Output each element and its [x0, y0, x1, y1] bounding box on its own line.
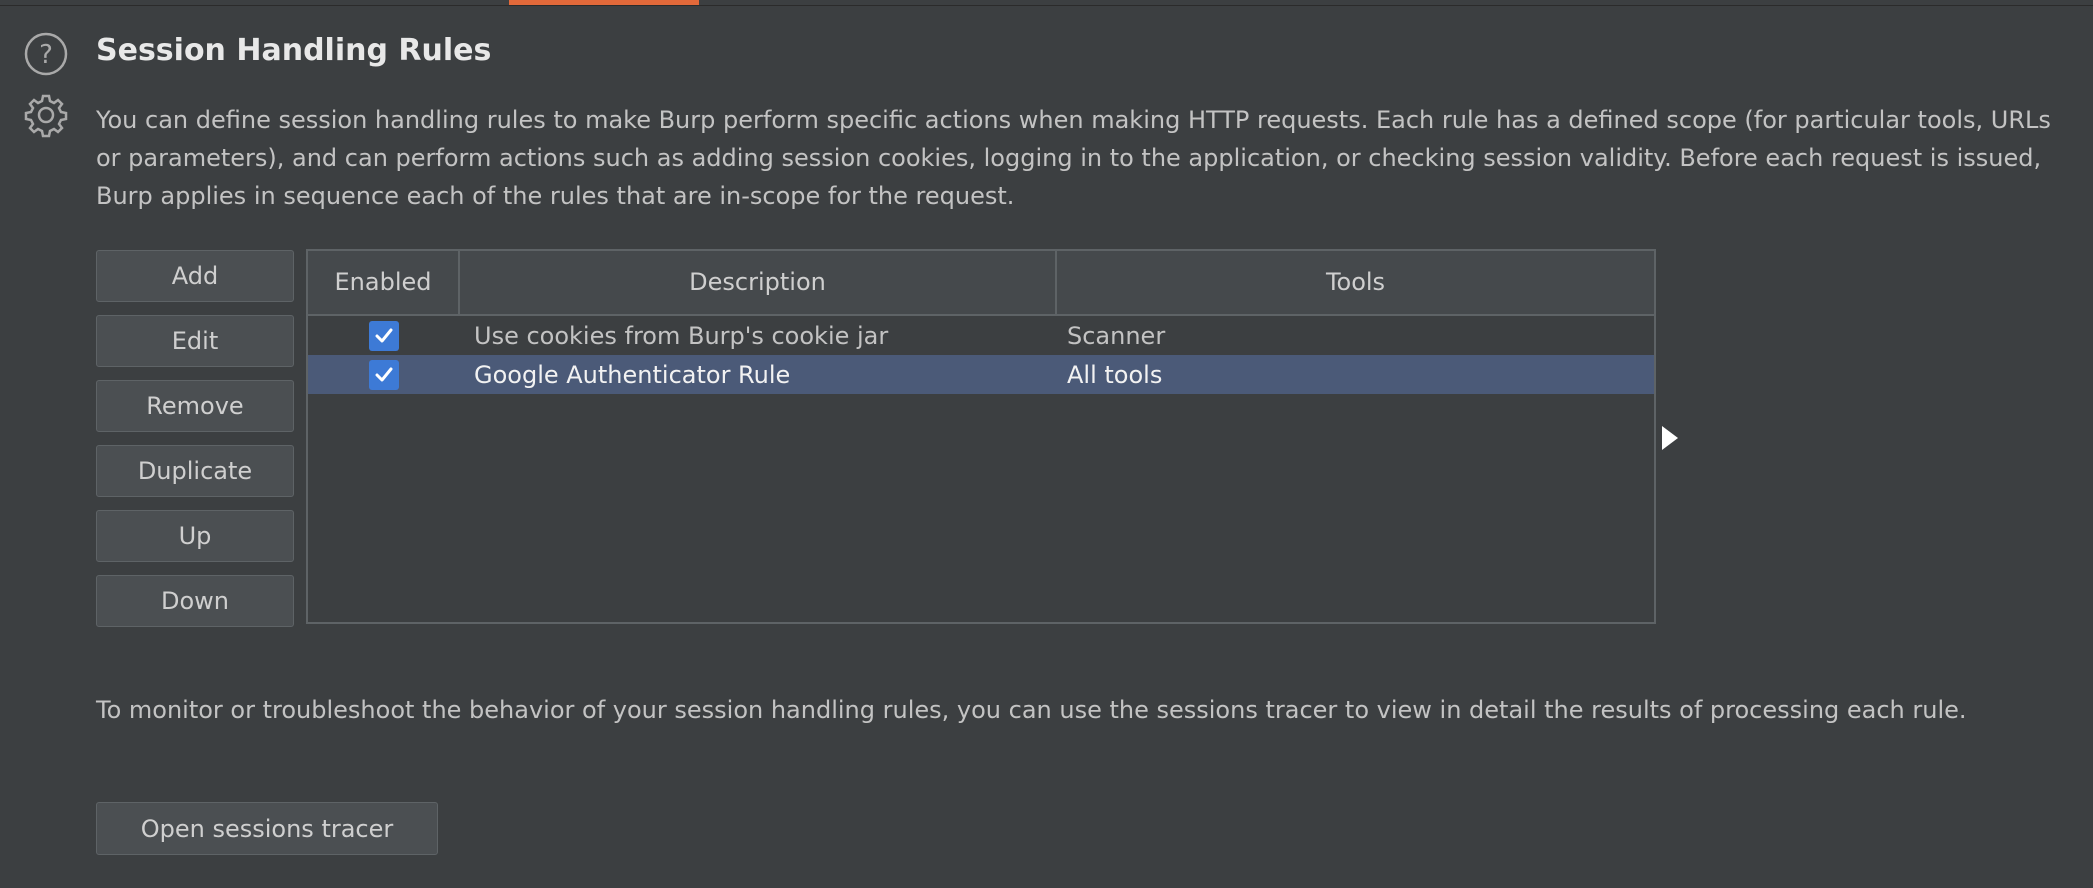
- remove-button[interactable]: Remove: [96, 380, 294, 432]
- svg-text:?: ?: [39, 40, 53, 70]
- checkmark-icon: [375, 328, 393, 342]
- edit-button[interactable]: Edit: [96, 315, 294, 367]
- enabled-cell: [308, 359, 460, 390]
- section-description: You can define session handling rules to…: [96, 106, 2051, 210]
- description-cell: Use cookies from Burp's cookie jar: [474, 321, 889, 350]
- open-sessions-tracer-button[interactable]: Open sessions tracer: [96, 802, 438, 855]
- down-button[interactable]: Down: [96, 575, 294, 627]
- active-tab-indicator: [509, 0, 699, 5]
- description-cell: Google Authenticator Rule: [474, 360, 791, 389]
- tab-bar: [0, 0, 2093, 6]
- checkmark-icon: [375, 367, 393, 381]
- column-header-tools[interactable]: Tools: [1057, 251, 1654, 314]
- section-title: Session Handling Rules: [96, 33, 492, 68]
- duplicate-button[interactable]: Duplicate: [96, 445, 294, 497]
- table-body: Use cookies from Burp's cookie jar Scann…: [308, 316, 1654, 394]
- column-header-enabled[interactable]: Enabled: [308, 251, 460, 314]
- enabled-checkbox[interactable]: [369, 320, 399, 351]
- enabled-checkbox[interactable]: [369, 359, 399, 390]
- rules-table: Enabled Description Tools Use cookies fr…: [306, 249, 1656, 624]
- help-icon[interactable]: ?: [23, 31, 69, 77]
- rule-actions: Add Edit Remove Duplicate Up Down: [96, 250, 294, 640]
- expand-arrow-icon[interactable]: [1660, 424, 1680, 452]
- table-row[interactable]: Use cookies from Burp's cookie jar Scann…: [308, 316, 1654, 355]
- table-header: Enabled Description Tools: [308, 251, 1654, 316]
- enabled-cell: [308, 320, 460, 351]
- up-button[interactable]: Up: [96, 510, 294, 562]
- gear-icon[interactable]: [23, 92, 69, 138]
- table-row[interactable]: Google Authenticator Rule All tools: [308, 355, 1654, 394]
- column-header-description[interactable]: Description: [460, 251, 1057, 314]
- tools-cell: All tools: [1067, 360, 1163, 389]
- add-button[interactable]: Add: [96, 250, 294, 302]
- tools-cell: Scanner: [1067, 321, 1166, 350]
- tracer-description: To monitor or troubleshoot the behavior …: [96, 696, 1967, 724]
